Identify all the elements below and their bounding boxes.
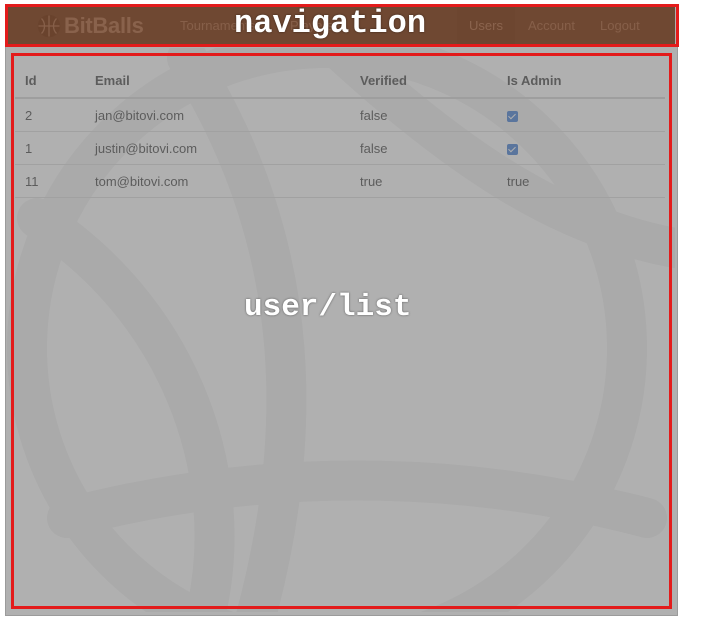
cell-email: tom@bitovi.com xyxy=(85,164,350,198)
cell-is-admin: true xyxy=(497,164,665,198)
column-header-id[interactable]: Id xyxy=(15,64,85,99)
cell-email: jan@bitovi.com xyxy=(85,98,350,132)
table-header-row: Id Email Verified Is Admin xyxy=(15,64,665,99)
column-header-email[interactable]: Email xyxy=(85,64,350,99)
cell-id: 1 xyxy=(15,131,85,165)
user-list-annotation-label: user/list xyxy=(244,290,412,325)
cell-email: justin@bitovi.com xyxy=(85,131,350,165)
cell-verified: true xyxy=(350,164,497,198)
cell-is-admin xyxy=(497,131,665,165)
column-header-is-admin[interactable]: Is Admin xyxy=(497,64,665,99)
user-list-page: Id Email Verified Is Admin 2 jan@bitovi.… xyxy=(7,48,675,612)
is-admin-checkbox[interactable] xyxy=(507,110,518,122)
nav-link-account[interactable]: Account xyxy=(528,7,575,45)
brand-link[interactable]: BitBalls xyxy=(37,11,144,41)
brand-name: BitBalls xyxy=(64,13,144,38)
nav-link-users[interactable]: Users xyxy=(457,7,515,45)
is-admin-checkbox[interactable] xyxy=(507,143,518,155)
basketball-icon xyxy=(37,14,61,38)
users-table: Id Email Verified Is Admin 2 jan@bitovi.… xyxy=(15,64,665,198)
cell-verified: false xyxy=(350,131,497,165)
nav-link-logout[interactable]: Logout xyxy=(600,7,640,45)
cell-id: 2 xyxy=(15,98,85,132)
table-row[interactable]: 2 jan@bitovi.com false xyxy=(15,98,665,132)
table-row[interactable]: 11 tom@bitovi.com true true xyxy=(15,164,665,198)
navigation-annotation-label: navigation xyxy=(234,5,427,42)
cell-verified: false xyxy=(350,98,497,132)
table-row[interactable]: 1 justin@bitovi.com false xyxy=(15,131,665,165)
cell-is-admin xyxy=(497,98,665,132)
cell-id: 11 xyxy=(15,164,85,198)
column-header-verified[interactable]: Verified xyxy=(350,64,497,99)
